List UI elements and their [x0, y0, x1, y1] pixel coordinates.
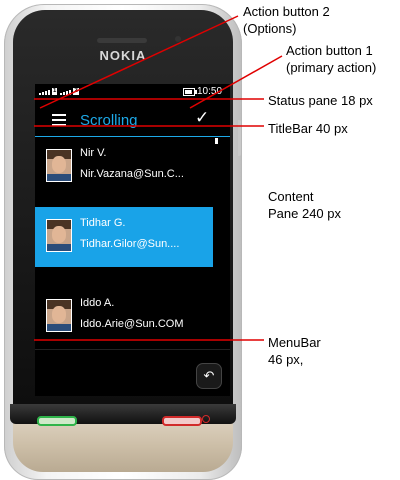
annotation-action-button-2: Action button 2 (Options) — [243, 4, 330, 36]
annotation-line-options — [39, 15, 239, 109]
annotation-menubar: MenuBar 46 px, — [268, 335, 321, 367]
annotation-action-button-1: Action button 1 (primary action) — [286, 43, 377, 75]
annotation-titlebar: TitleBar 40 px — [268, 121, 348, 136]
annotation-status-pane: Status pane 18 px — [268, 93, 373, 108]
annotation-content-pane: Content Pane 240 px — [268, 189, 342, 221]
